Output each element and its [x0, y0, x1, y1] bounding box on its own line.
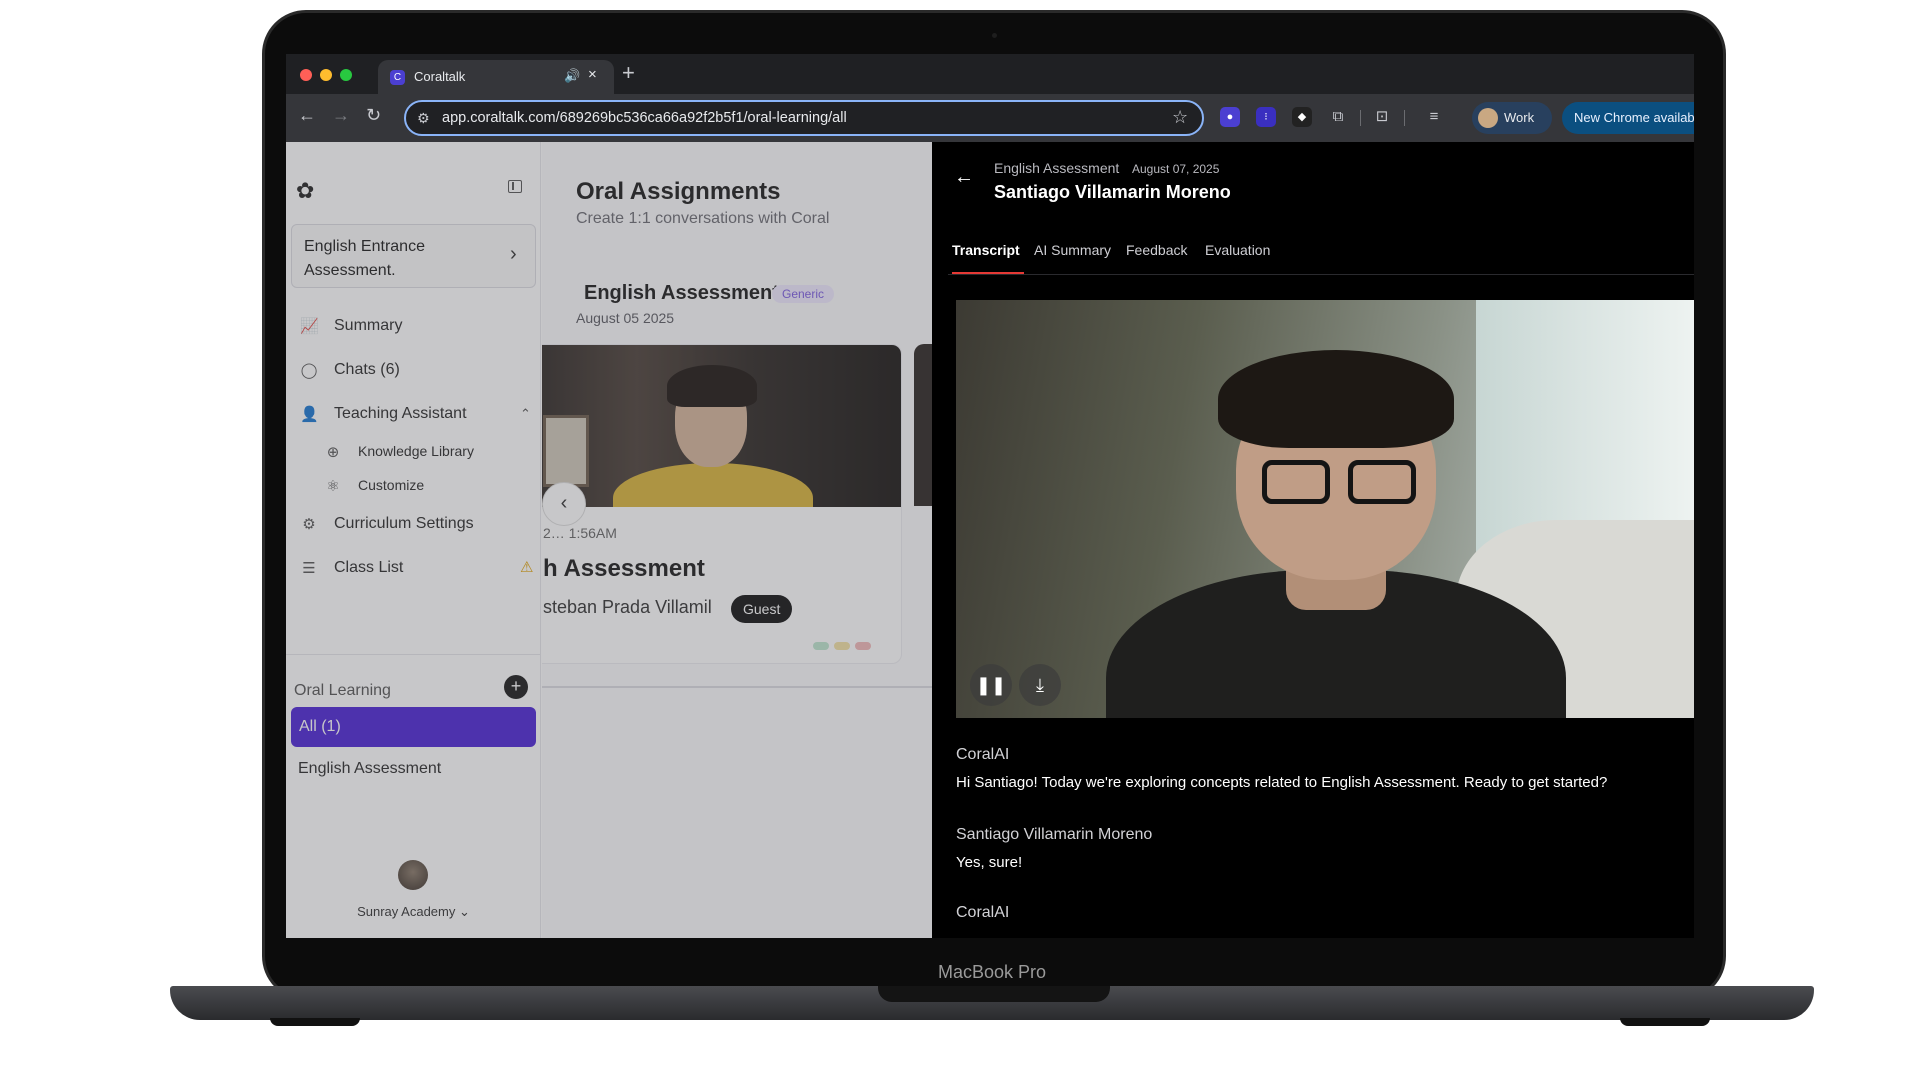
breadcrumb: English Assessment [994, 160, 1120, 176]
toolbar-separator [1360, 110, 1361, 126]
coraltalk-app: ✿ English Entrance Assessment. › 📈 Summa… [286, 142, 1694, 938]
student-name: Santiago Villamarin Moreno [994, 182, 1231, 202]
close-window-button[interactable] [300, 69, 312, 81]
submission-drawer: ← English Assessment August 07, 2025 San… [932, 142, 1694, 938]
transcript-speaker: Santiago Villamarin Moreno [956, 826, 1153, 843]
video-player[interactable]: ❚❚ ⤓ [956, 300, 1694, 718]
camera-dot [992, 33, 997, 38]
profile-label: Work [1504, 110, 1535, 125]
media-icon[interactable]: ≡ [1424, 107, 1444, 127]
tab-transcript[interactable]: Transcript [952, 242, 1020, 258]
laptop-notch [878, 986, 1110, 1002]
tab-ai-summary[interactable]: AI Summary [1034, 242, 1111, 258]
minimize-window-button[interactable] [320, 69, 332, 81]
browser-toolbar: ← → ↻ ⚙ app.coraltalk.com/689269bc536ca6… [286, 94, 1694, 142]
extension-icon-2[interactable]: ⁝ [1256, 107, 1276, 127]
screen: C Coraltalk 🔊 × + ← → ↻ ⚙ app.coraltalk.… [286, 54, 1694, 938]
back-icon[interactable]: ← [298, 105, 316, 126]
tab-title: Coraltalk [414, 69, 466, 84]
maximize-window-button[interactable] [340, 69, 352, 81]
new-tab-button[interactable]: + [622, 60, 635, 86]
device-label: MacBook Pro [937, 962, 1047, 982]
transcript-message: Yes, sure! [956, 854, 1023, 871]
screenshot-icon[interactable]: ⊡ [1372, 107, 1392, 127]
close-tab-icon[interactable]: × [588, 66, 597, 83]
transcript-speaker: CoralAI [956, 746, 1010, 763]
pause-icon[interactable]: ❚❚ [970, 664, 1012, 706]
submission-date: August 07, 2025 [1132, 162, 1220, 176]
toolbar-separator [1404, 110, 1405, 126]
forward-icon[interactable]: → [332, 105, 350, 126]
update-label: New Chrome availab [1574, 110, 1694, 125]
star-icon[interactable]: ☆ [1172, 107, 1188, 128]
coral-extension-icon[interactable]: ● [1220, 107, 1240, 127]
reload-icon[interactable]: ↻ [366, 105, 381, 126]
extensions-icon[interactable]: ⧉ [1328, 107, 1348, 127]
video-glasses-left [1262, 460, 1330, 504]
tab-feedback[interactable]: Feedback [1126, 242, 1187, 258]
transcript-message: Hi Santiago! Today we're exploring conce… [956, 774, 1608, 791]
video-glasses-right [1348, 460, 1416, 504]
coraltalk-favicon-icon: C [390, 70, 405, 85]
tab-evaluation[interactable]: Evaluation [1205, 242, 1270, 258]
browser-tab[interactable]: C Coraltalk 🔊 × [378, 60, 614, 94]
download-icon[interactable]: ⤓ [1019, 664, 1061, 706]
audio-playing-icon[interactable]: 🔊 [564, 68, 580, 84]
site-settings-icon[interactable]: ⚙ [417, 110, 430, 127]
laptop-foot-right [1620, 1018, 1710, 1026]
tabs-divider [948, 274, 1694, 275]
modal-backdrop[interactable] [286, 142, 932, 938]
profile-button[interactable]: Work [1472, 102, 1552, 134]
extension-icon-3[interactable]: ◆ [1292, 107, 1312, 127]
chrome-update-button[interactable]: New Chrome availab [1562, 102, 1694, 134]
url-text[interactable]: app.coraltalk.com/689269bc536ca66a92f2b5… [442, 110, 847, 126]
transcript-speaker: CoralAI [956, 904, 1010, 921]
back-arrow-icon[interactable]: ← [954, 166, 974, 189]
profile-avatar [1478, 108, 1498, 128]
video-person-hair [1218, 350, 1454, 448]
browser-tab-bar: C Coraltalk 🔊 × + [286, 54, 1694, 94]
address-bar[interactable]: ⚙ app.coraltalk.com/689269bc536ca66a92f2… [404, 100, 1204, 136]
laptop-foot-left [270, 1018, 360, 1026]
